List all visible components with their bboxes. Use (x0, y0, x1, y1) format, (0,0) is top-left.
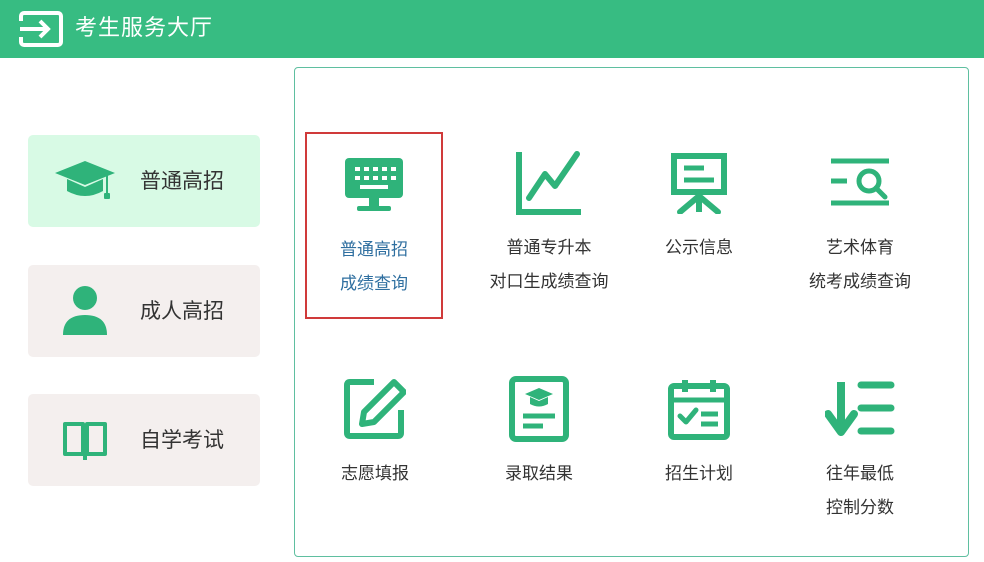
page-title: 考生服务大厅 (75, 16, 214, 41)
sidebar-item-label: 成人高招 (140, 299, 224, 323)
service-label-line1: 艺术体育 (826, 238, 894, 258)
service-label-line1: 录取结果 (505, 464, 573, 484)
sidebar-item-adult-admission[interactable]: 成人高招 (28, 265, 260, 357)
service-enrollment-plan[interactable]: 招生计划 (629, 358, 769, 548)
service-label-line1: 志愿填报 (341, 464, 409, 484)
service-application-filling[interactable]: 志愿填报 (305, 358, 445, 548)
person-icon (50, 285, 120, 337)
service-general-score-query[interactable]: 普通高招 成绩查询 (305, 132, 443, 319)
graduation-cap-icon (50, 155, 120, 207)
notice-board-icon (664, 148, 734, 218)
header-bar: 考生服务大厅 (0, 0, 984, 58)
monitor-icon (339, 150, 409, 220)
sidebar-item-label: 自学考试 (140, 428, 224, 452)
exit-icon[interactable] (18, 10, 64, 48)
service-art-sports-score-query[interactable]: 艺术体育 统考成绩查询 (790, 132, 930, 322)
sidebar-item-self-study-exam[interactable]: 自学考试 (28, 394, 260, 486)
service-label-line2: 统考成绩查询 (809, 272, 911, 292)
calendar-check-icon (664, 374, 734, 444)
service-label-line1: 普通高招 (340, 240, 408, 260)
sidebar-item-general-admission[interactable]: 普通高招 (28, 135, 260, 227)
service-label-line2: 控制分数 (826, 498, 894, 518)
service-label-line2: 成绩查询 (340, 274, 408, 294)
service-min-control-scores[interactable]: 往年最低 控制分数 (790, 358, 930, 548)
services-panel: 普通高招 成绩查询 普通专升本 对口生成绩查询 公示信息 艺术体育 统考成绩查询… (294, 67, 969, 557)
service-admission-result[interactable]: 录取结果 (469, 358, 609, 548)
list-search-icon (825, 148, 895, 218)
service-label-line2: 对口生成绩查询 (489, 272, 609, 292)
line-chart-icon (514, 148, 584, 218)
sidebar-item-label: 普通高招 (140, 169, 224, 193)
service-label-line1: 公示信息 (665, 238, 733, 258)
open-book-icon (50, 414, 120, 466)
service-label-line1: 招生计划 (665, 464, 733, 484)
sort-descending-icon (825, 374, 895, 444)
edit-icon (340, 374, 410, 444)
service-upgrade-score-query[interactable]: 普通专升本 对口生成绩查询 (479, 132, 619, 322)
service-public-notice[interactable]: 公示信息 (629, 132, 769, 322)
service-label-line1: 往年最低 (826, 464, 894, 484)
admission-letter-icon (504, 374, 574, 444)
